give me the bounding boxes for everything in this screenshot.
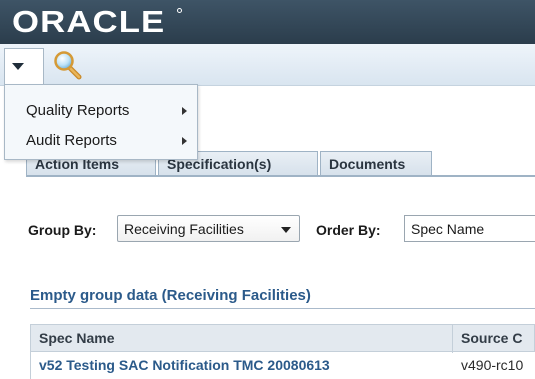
column-separator — [452, 325, 453, 353]
group-by-value: Receiving Facilities — [124, 221, 244, 237]
menu-dropdown-button[interactable] — [4, 48, 44, 84]
submenu-arrow-icon — [182, 107, 187, 115]
source-cell: v490-rc10 — [461, 357, 524, 373]
reports-dropdown-menu: Quality Reports Audit Reports — [4, 84, 198, 160]
chevron-down-icon — [12, 63, 24, 70]
section-title: Empty group data (Receiving Facilities) — [30, 287, 311, 304]
submenu-arrow-icon — [182, 137, 187, 145]
spec-name-link[interactable]: v52 Testing SAC Notification TMC 2008061… — [39, 357, 330, 373]
group-by-select[interactable]: Receiving Facilities — [117, 215, 300, 242]
table-header: Spec Name Source C — [30, 324, 535, 353]
menu-item-label: Quality Reports — [26, 102, 130, 119]
search-button[interactable] — [52, 50, 82, 80]
registered-mark-icon — [177, 8, 182, 13]
oracle-header-banner: ORACLE — [0, 0, 535, 44]
order-by-input[interactable] — [404, 215, 535, 242]
chevron-down-icon — [281, 227, 291, 233]
order-by-label: Order By: — [316, 222, 381, 238]
column-header-source[interactable]: Source C — [461, 330, 522, 346]
magnifier-icon — [54, 51, 82, 80]
section-divider — [30, 308, 535, 309]
menu-item-label: Audit Reports — [26, 132, 117, 149]
table-row: v52 Testing SAC Notification TMC 2008061… — [30, 352, 535, 379]
tab-documents[interactable]: Documents — [320, 151, 432, 176]
group-by-label: Group By: — [28, 222, 97, 238]
menu-item-quality-reports[interactable]: Quality Reports — [5, 97, 197, 123]
menu-item-audit-reports[interactable]: Audit Reports — [5, 127, 197, 153]
column-header-spec-name[interactable]: Spec Name — [39, 330, 114, 346]
oracle-logo: ORACLE — [12, 4, 166, 39]
tabs-divider — [26, 175, 535, 177]
